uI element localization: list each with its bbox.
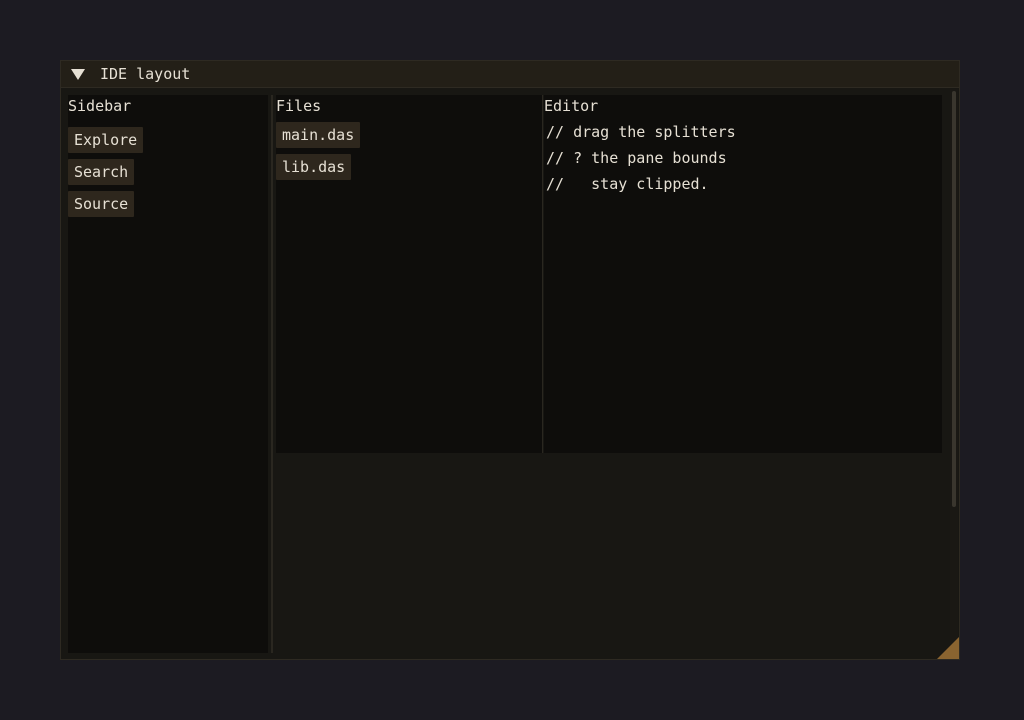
window-title: IDE layout bbox=[100, 65, 191, 83]
search-button[interactable]: Search bbox=[68, 159, 135, 185]
explore-button[interactable]: Explore bbox=[68, 127, 144, 153]
resize-grip-icon[interactable] bbox=[937, 637, 959, 659]
sidebar-header: Sidebar bbox=[68, 97, 132, 115]
window-titlebar[interactable]: IDE layout bbox=[61, 61, 959, 88]
scrollbar-thumb[interactable] bbox=[952, 91, 956, 507]
triangle-down-icon[interactable] bbox=[71, 69, 85, 80]
editor-pane[interactable]: Editor // drag the splitters // ? the pa… bbox=[544, 95, 942, 453]
sidebar-pane: Sidebar Explore Search Source bbox=[68, 95, 268, 653]
editor-code-line: // stay clipped. bbox=[546, 175, 709, 193]
editor-code-line: // ? the pane bounds bbox=[546, 149, 727, 167]
source-button[interactable]: Source bbox=[68, 191, 135, 217]
file-item-main-das[interactable]: main.das bbox=[276, 122, 361, 148]
ide-layout-window: IDE layout Sidebar Explore Search Source… bbox=[60, 60, 960, 660]
files-editor-splitter[interactable] bbox=[542, 95, 543, 453]
window-scrollbar[interactable] bbox=[950, 89, 958, 659]
files-pane: Files main.das lib.das bbox=[276, 95, 542, 453]
editor-header: Editor bbox=[544, 97, 599, 115]
file-item-lib-das[interactable]: lib.das bbox=[276, 154, 352, 180]
editor-code-line: // drag the splitters bbox=[546, 123, 736, 141]
sidebar-splitter[interactable] bbox=[271, 95, 273, 653]
files-header: Files bbox=[276, 97, 322, 115]
